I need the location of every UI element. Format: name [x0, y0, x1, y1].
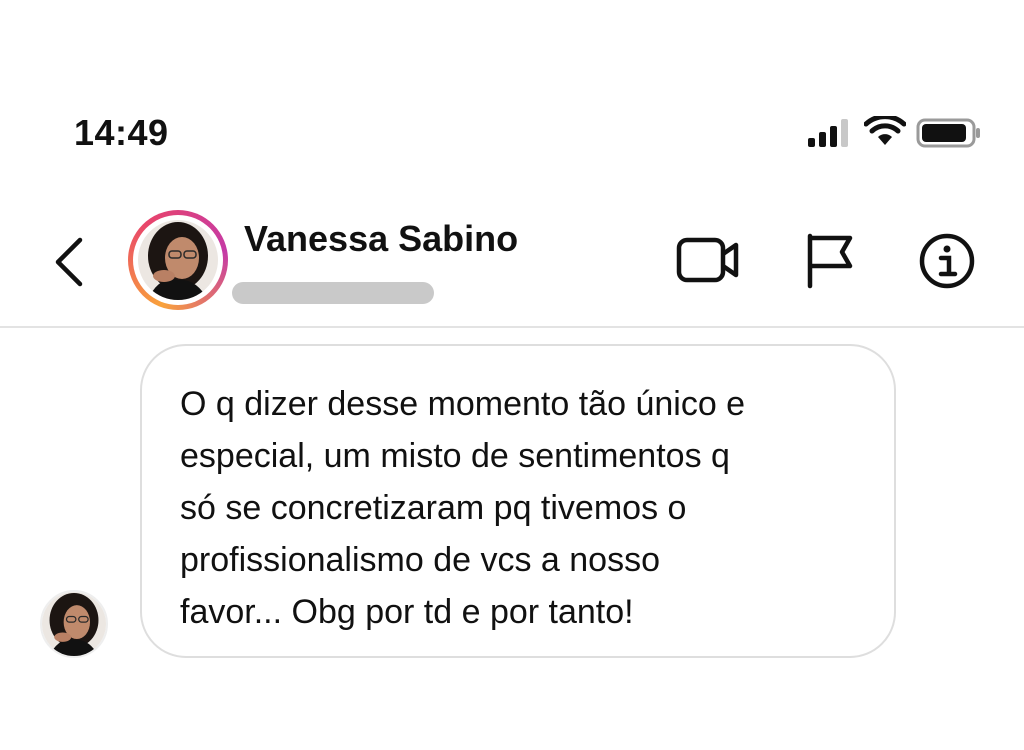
sender-avatar[interactable]: [40, 590, 108, 658]
battery-icon: [916, 118, 980, 148]
message-bubble[interactable]: O q dizer desse momento tão único e espe…: [140, 344, 896, 658]
back-chevron-icon[interactable]: [50, 236, 86, 288]
flag-icon[interactable]: [804, 230, 856, 290]
message-text: O q dizer desse momento tão único e espe…: [180, 385, 746, 631]
wifi-icon: [864, 116, 906, 145]
header-divider: [0, 326, 1024, 328]
signal-icon: [808, 119, 848, 147]
avatar-photo: [138, 220, 218, 300]
status-time: 14:49: [74, 112, 169, 153]
contact-name[interactable]: Vanessa Sabino: [244, 218, 518, 260]
username-redacted: [232, 282, 434, 304]
chat-screen: 14:49 Vanessa Sabino O q dizer desse mom…: [0, 0, 1024, 750]
contact-avatar[interactable]: [128, 210, 228, 310]
video-call-icon[interactable]: [676, 232, 740, 288]
info-icon[interactable]: [918, 232, 976, 290]
